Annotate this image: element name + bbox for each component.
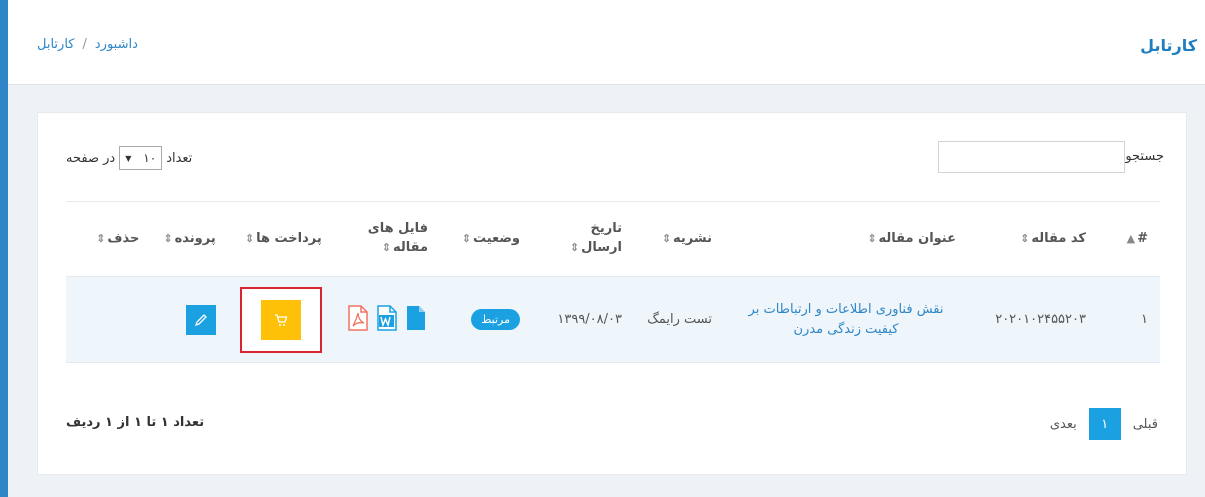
breadcrumb-dashboard[interactable]: داشبورد [95,37,138,52]
case-cell [151,276,228,363]
word-icon[interactable] [375,304,399,335]
prev-page-button[interactable]: قبلی [1125,417,1166,432]
search-input[interactable] [938,141,1125,173]
col-header-payments[interactable]: پرداخت ها⇕ [227,201,334,277]
cartable-card: جستجو : تعداد ۱۰ ▼ در صفحه #▲ کد مقاله⇕ … [37,112,1187,475]
col-header-status[interactable]: وضعیت⇕ [440,201,532,277]
page-length-select[interactable]: ۱۰ ▼ [119,146,163,170]
page-button-1[interactable]: ۱ [1088,408,1121,440]
page-length-value: ۱۰ [143,151,157,165]
col-header-case[interactable]: پرونده⇕ [151,201,228,277]
pdf-icon[interactable] [347,304,369,335]
page-header: کارتابل داشبورد / کارتابل [8,0,1205,85]
sort-icon: ⇕ [1020,231,1030,245]
page-length-control: تعداد ۱۰ ▼ در صفحه [66,146,192,170]
edit-case-button[interactable] [185,304,216,335]
article-date: ۱۳۹۹/۰۸/۰۳ [532,276,634,363]
row-num: ۱ [1098,276,1160,363]
left-frame-bar [0,0,8,497]
breadcrumb-separator: / [82,37,87,52]
col-header-code[interactable]: کد مقاله⇕ [968,201,1098,277]
payment-button[interactable] [260,299,301,340]
sort-icon: ⇕ [163,231,173,245]
next-page-button[interactable]: بعدی [1042,417,1085,432]
status-cell: مرتبط [440,276,532,363]
article-title[interactable]: نقش فناوری اطلاعات و ارتباطات بر کیفیت ز… [724,276,968,363]
chevron-down-icon: ▼ [125,153,132,163]
payment-highlight [239,286,322,353]
files-cell [333,276,440,363]
sort-icon: ⇕ [461,231,471,245]
pagination: قبلی ۱ بعدی [1042,408,1166,440]
article-code: ۲۰۲۰۱۰۲۴۵۵۲۰۳ [968,276,1098,363]
status-badge: مرتبط [471,309,520,330]
sort-icon: ⇕ [661,231,672,245]
sort-icon: ⇕ [867,231,877,245]
sort-icon: ▲ [1126,231,1136,245]
col-header-num[interactable]: #▲ [1098,201,1160,277]
sort-icon: ⇕ [244,231,255,245]
delete-cell [66,276,152,363]
articles-table: #▲ کد مقاله⇕ عنوان مقاله⇕ نشریه⇕ تاریخ ا… [66,201,1160,363]
article-journal: تست رایمگ [634,276,724,363]
col-header-journal[interactable]: نشریه⇕ [634,201,724,277]
pencil-icon [194,313,207,326]
page-title: کارتابل [1140,36,1197,55]
file-icon[interactable] [405,305,427,335]
col-header-title[interactable]: عنوان مقاله⇕ [724,201,968,277]
payments-cell [227,276,334,363]
sort-icon: ⇕ [569,241,580,254]
table-info: تعداد ۱ تا ۱ از ۱ ردیف [66,415,205,430]
cart-icon [274,313,288,326]
table-header-row: #▲ کد مقاله⇕ عنوان مقاله⇕ نشریه⇕ تاریخ ا… [66,201,1160,277]
col-header-delete[interactable]: حذف⇕ [66,201,152,277]
sort-icon: ⇕ [381,241,391,254]
sort-icon: ⇕ [96,231,106,245]
breadcrumb: داشبورد / کارتابل [37,37,138,52]
col-header-date[interactable]: تاریخ ارسال⇕ [532,201,634,277]
table-row: ۱ ۲۰۲۰۱۰۲۴۵۵۲۰۳ نقش فناوری اطلاعات و ارت… [66,276,1160,363]
breadcrumb-cartable[interactable]: کارتابل [37,37,74,52]
length-prefix: تعداد [166,150,193,166]
length-suffix: در صفحه [66,150,116,166]
col-header-files[interactable]: فایل های مقاله⇕ [333,201,440,277]
